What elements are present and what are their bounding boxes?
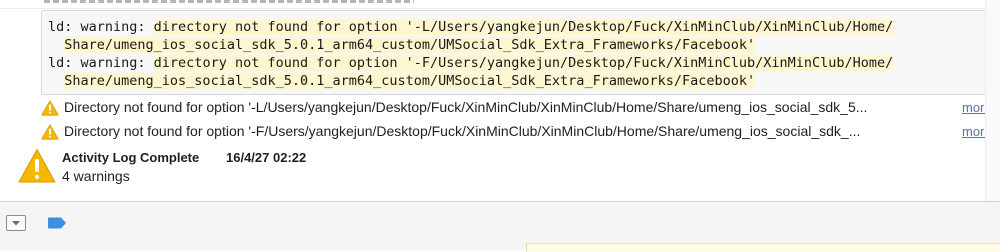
transcript-text: Share/umeng_ios_social_sdk_5.0.1_arm64_c…: [64, 37, 756, 53]
toggle-debug-area-button[interactable]: [6, 215, 26, 231]
transcript-text: Share/umeng_ios_social_sdk_5.0.1_arm64_c…: [64, 73, 756, 89]
toggle-debug-area-icon: [12, 221, 20, 226]
breakpoint-tag-icon: [48, 217, 66, 229]
warning-message: Directory not found for option '-L/Users…: [64, 99, 868, 115]
transcript-prefix: [48, 37, 64, 53]
breakpoints-button[interactable]: [47, 216, 67, 229]
warning-icon: [41, 124, 59, 140]
transcript-text: directory not found for option '-F/Users…: [153, 55, 894, 71]
clipped-text-fragment: [44, 0, 414, 3]
activity-log-panel: ld: warning: directory not found for opt…: [0, 0, 1000, 201]
debug-bar: [0, 201, 1000, 252]
warning-icon: [41, 100, 59, 116]
warning-row[interactable]: Directory not found for option '-F/Users…: [0, 121, 1000, 143]
transcript-prefix: [48, 73, 64, 89]
vertical-scrollbar[interactable]: [985, 0, 1000, 201]
activity-log-status: Activity Log Complete: [62, 150, 200, 165]
warning-icon: [18, 149, 56, 183]
transcript-line: Share/umeng_ios_social_sdk_5.0.1_arm64_c…: [48, 73, 756, 90]
activity-log-timestamp: 16/4/27 02:22: [226, 150, 307, 165]
warning-count: 4 warnings: [62, 168, 130, 184]
transcript-line: ld: warning: directory not found for opt…: [48, 55, 894, 72]
warning-row[interactable]: Directory not found for option '-L/Users…: [0, 97, 1000, 119]
warning-message: Directory not found for option '-F/Users…: [64, 123, 861, 139]
transcript-prefix: ld: warning:: [48, 55, 154, 71]
transcript-text: directory not found for option '-L/Users…: [153, 19, 894, 35]
transcript-line: Share/umeng_ios_social_sdk_5.0.1_arm64_c…: [48, 37, 756, 54]
clipped-previous-line: [0, 0, 1000, 9]
transcript-line: ld: warning: directory not found for opt…: [48, 19, 894, 36]
transcript-prefix: ld: warning:: [48, 19, 154, 35]
build-transcript[interactable]: ld: warning: directory not found for opt…: [41, 10, 988, 95]
variables-view-edge: [526, 243, 1000, 252]
